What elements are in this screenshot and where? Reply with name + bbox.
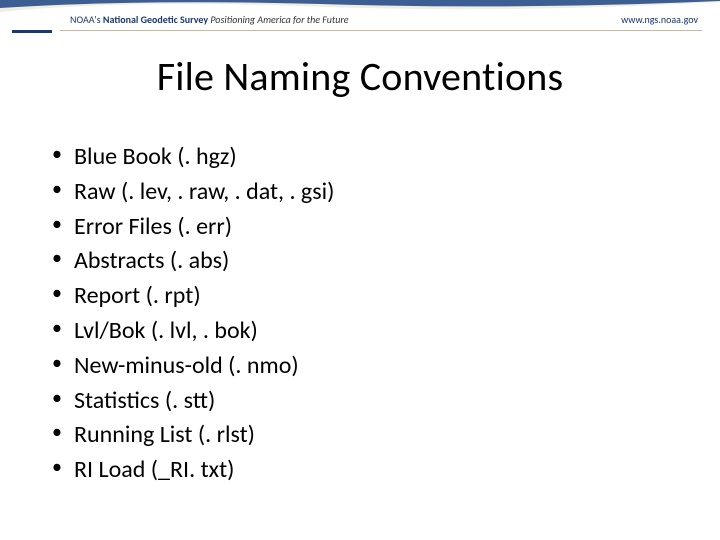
- list-item: Lvl/Bok (. lvl, . bok): [46, 314, 680, 349]
- list-item-text: Raw (. lev, . raw, . dat, . gsi): [74, 177, 334, 206]
- list-item-text: New-minus-old (. nmo): [74, 351, 299, 380]
- list-item-text: Statistics (. stt): [74, 386, 215, 415]
- header-org-bold: National Geodetic Survey: [103, 13, 208, 26]
- list-item: RI Load (_RI. txt): [46, 453, 680, 488]
- header-url: www.ngs.noaa.gov: [621, 13, 698, 26]
- list-item: Report (. rpt): [46, 279, 680, 314]
- list-item-text: Running List (. rlst): [74, 420, 255, 449]
- header-rule: [60, 30, 702, 31]
- list-item-text: Error Files (. err): [74, 212, 232, 241]
- header-bar: NOAA's National Geodetic Survey Position…: [0, 8, 720, 30]
- list-item-text: Lvl/Bok (. lvl, . bok): [74, 316, 258, 345]
- list-item: Statistics (. stt): [46, 384, 680, 419]
- header-tagline: Positioning America for the Future: [210, 13, 348, 26]
- list-item-text: RI Load (_RI. txt): [74, 455, 234, 484]
- header-org: NOAA's National Geodetic Survey Position…: [70, 13, 349, 26]
- bullet-list: Blue Book (. hgz) Raw (. lev, . raw, . d…: [46, 140, 680, 488]
- list-item: Raw (. lev, . raw, . dat, . gsi): [46, 175, 680, 210]
- list-item: Blue Book (. hgz): [46, 140, 680, 175]
- list-item: Running List (. rlst): [46, 418, 680, 453]
- header-rule-accent: [12, 30, 52, 33]
- header-org-prefix: NOAA's: [70, 13, 101, 26]
- list-item-text: Report (. rpt): [74, 281, 201, 310]
- list-item: Abstracts (. abs): [46, 244, 680, 279]
- list-item: Error Files (. err): [46, 210, 680, 245]
- list-item-text: Abstracts (. abs): [74, 246, 229, 275]
- list-item: New-minus-old (. nmo): [46, 349, 680, 384]
- slide-title: File Naming Conventions: [0, 52, 720, 101]
- list-item-text: Blue Book (. hgz): [74, 142, 237, 171]
